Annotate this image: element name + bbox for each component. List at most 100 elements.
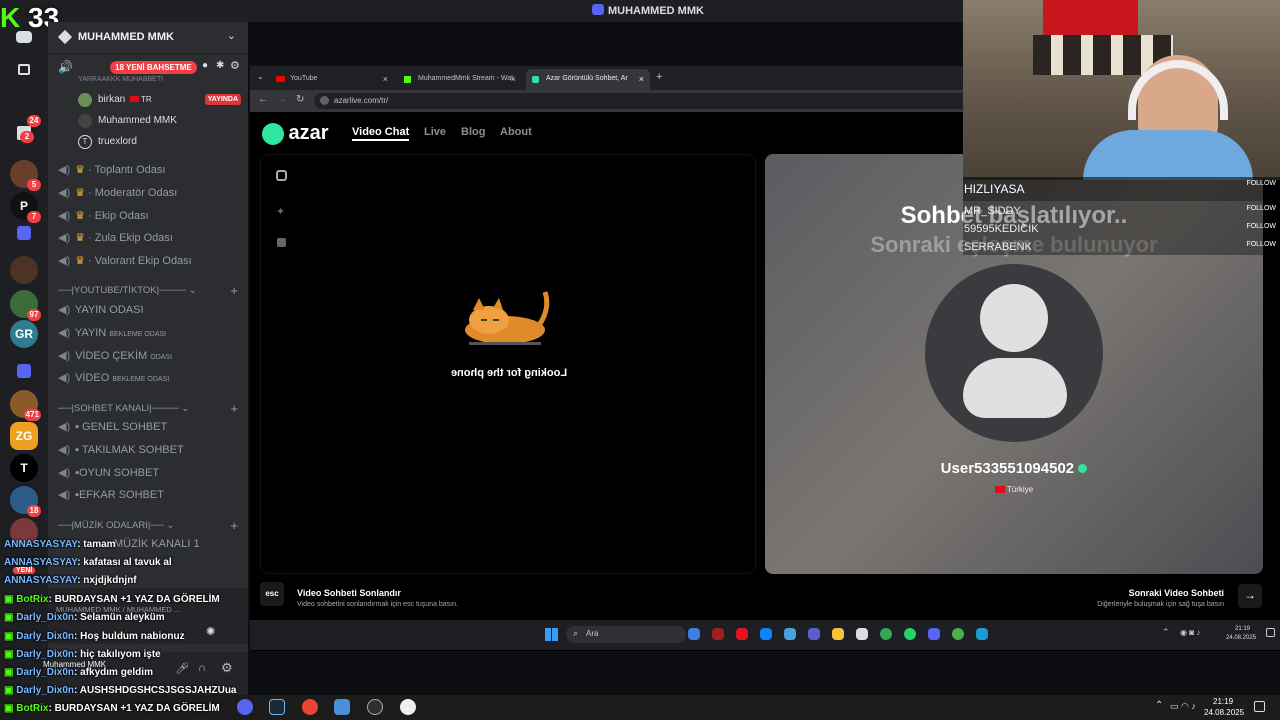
clock-date[interactable]: 24.08.2025 bbox=[1204, 708, 1244, 717]
nav-blog[interactable]: Blog bbox=[461, 126, 485, 138]
voice-channel[interactable]: ◀) ▪OYUN SOHBET bbox=[58, 466, 159, 479]
nav-live[interactable]: Live bbox=[424, 126, 446, 138]
server-icon[interactable]: 5 bbox=[10, 160, 41, 191]
tab-azar[interactable]: Azar Görüntülü Sohbet, Ar × bbox=[526, 69, 650, 90]
discord-home-icon[interactable] bbox=[16, 31, 32, 43]
app-icon[interactable] bbox=[760, 628, 772, 640]
tab-youtube[interactable]: YouTube × bbox=[270, 69, 394, 90]
app-icon[interactable] bbox=[400, 699, 416, 715]
server-icon[interactable]: 2 bbox=[17, 126, 34, 143]
server-icon[interactable]: ZG bbox=[10, 422, 38, 450]
next-arrow-button[interactable]: → bbox=[1238, 584, 1262, 608]
steam-app-icon[interactable] bbox=[269, 699, 285, 715]
noise-suppression-icon[interactable]: ✺ bbox=[206, 625, 215, 638]
add-channel-icon[interactable]: + bbox=[230, 283, 238, 298]
app-icon[interactable] bbox=[904, 628, 916, 640]
add-member-icon[interactable]: ✱ bbox=[216, 60, 224, 71]
server-icon[interactable]: 471 bbox=[10, 390, 41, 421]
voice-channel[interactable]: ◀) YAYIN BEKLEME ODASI bbox=[58, 326, 166, 339]
server-icon[interactable] bbox=[10, 256, 38, 284]
voice-user[interactable]: T truexlord bbox=[78, 134, 243, 150]
server-icon[interactable]: 24 bbox=[10, 96, 41, 127]
add-channel-icon[interactable]: + bbox=[230, 518, 238, 533]
app-icon[interactable] bbox=[880, 628, 892, 640]
headphones-icon[interactable]: ∩ bbox=[198, 662, 206, 674]
notification-icon[interactable] bbox=[1266, 628, 1275, 637]
discord-app-icon[interactable] bbox=[237, 699, 253, 715]
server-header[interactable]: MUHAMMED MMK ⌄ bbox=[48, 22, 248, 54]
app-icon[interactable] bbox=[928, 628, 940, 640]
server-icon[interactable]: 97 bbox=[10, 290, 41, 321]
voice-user[interactable]: birkan TR YAYINDA bbox=[78, 92, 243, 108]
app-icon[interactable] bbox=[736, 628, 748, 640]
nav-video-chat[interactable]: Video Chat bbox=[352, 126, 410, 141]
voice-channel[interactable]: ◀) ▪ GENEL SOHBET bbox=[58, 420, 167, 433]
forward-icon[interactable]: → bbox=[277, 94, 287, 105]
site-info-icon[interactable] bbox=[320, 96, 329, 105]
voice-channel[interactable]: ◀) VİDEO ÇEKİM ODASI bbox=[58, 349, 172, 362]
inner-clock-time[interactable]: 21:19 bbox=[1235, 626, 1250, 632]
obs-app-icon[interactable] bbox=[367, 699, 383, 715]
inbox-icon[interactable] bbox=[18, 64, 30, 75]
add-channel-icon[interactable]: + bbox=[230, 401, 238, 416]
folder-icon[interactable] bbox=[17, 364, 31, 378]
esc-key[interactable]: esc bbox=[260, 582, 284, 606]
voice-channel[interactable]: ◀) ♛ · Zula Ekip Odası bbox=[58, 231, 173, 244]
gear-icon[interactable]: ⚙ bbox=[230, 59, 240, 72]
app-icon[interactable] bbox=[784, 628, 796, 640]
server-icon[interactable]: GR bbox=[10, 320, 38, 348]
close-icon[interactable]: × bbox=[383, 74, 388, 84]
effects-icon[interactable]: ✦ bbox=[276, 205, 285, 218]
close-icon[interactable]: × bbox=[511, 74, 516, 84]
tab-kick-stream[interactable]: MuhammedMmk Stream - Wat × bbox=[398, 69, 522, 90]
app-icon[interactable] bbox=[832, 628, 844, 640]
app-icon[interactable] bbox=[808, 628, 820, 640]
voice-channel[interactable]: ◀) VİDEO BEKLEME ODASI bbox=[58, 371, 169, 384]
server-icon[interactable]: 18 bbox=[10, 486, 41, 517]
chat-icon[interactable]: ● bbox=[202, 60, 208, 71]
gallery-icon[interactable] bbox=[277, 238, 286, 247]
category-header[interactable]: ──|YOUTUBE/TİKTOK|──── ⌄ bbox=[58, 285, 197, 296]
clock-time[interactable]: 21:19 bbox=[1213, 697, 1233, 706]
tray-icons[interactable]: ◉ ◙ ♪ bbox=[1180, 628, 1200, 637]
voice-user[interactable]: Muhammed MMK bbox=[78, 113, 243, 129]
category-header[interactable]: ──|SOHBET KANALI|──── ⌄ bbox=[58, 403, 189, 414]
app-icon[interactable] bbox=[976, 628, 988, 640]
camera-switch-icon[interactable] bbox=[276, 170, 287, 181]
microphone-icon[interactable]: 🎤︎ bbox=[175, 662, 189, 675]
folder-icon[interactable] bbox=[17, 226, 31, 240]
server-icon[interactable]: P7 bbox=[10, 192, 41, 223]
voice-channel[interactable]: ◀) ▪ TAKILMAK SOHBET bbox=[58, 443, 184, 456]
server-icon[interactable]: T bbox=[10, 454, 38, 482]
taskbar-search[interactable]: ⌕ Ara bbox=[566, 626, 686, 643]
voice-channel[interactable]: ◀) ♛ · Valorant Ekip Odası bbox=[58, 254, 192, 267]
app-icon[interactable] bbox=[712, 628, 724, 640]
notification-icon[interactable] bbox=[1254, 701, 1265, 712]
chrome-app-icon[interactable] bbox=[302, 699, 318, 715]
reload-icon[interactable]: ↻ bbox=[296, 94, 304, 105]
tray-chevron-icon[interactable]: ⌃ bbox=[1162, 627, 1170, 638]
category-header[interactable]: ──|MÜZİK ODALARI|── ⌄ bbox=[58, 520, 174, 531]
inner-clock-date[interactable]: 24.08.2025 bbox=[1226, 635, 1256, 641]
voice-channel[interactable]: ◀) ♛ · Moderatör Odası bbox=[58, 186, 177, 199]
gear-icon[interactable]: ⚙ bbox=[221, 660, 233, 676]
tab-search-icon[interactable]: ⌄ bbox=[257, 72, 264, 81]
voice-channel[interactable]: ◀) YAYIN ODASI bbox=[58, 303, 144, 316]
tray-chevron-icon[interactable]: ⌃ bbox=[1155, 700, 1163, 711]
mention-badge[interactable]: 18 YENİ BAHSETME bbox=[110, 61, 197, 74]
voice-channel[interactable]: ◀) ▪EFKAR SOHBET bbox=[58, 488, 164, 501]
new-tab-button[interactable]: + bbox=[656, 71, 662, 83]
chevron-down-icon[interactable]: ⌄ bbox=[227, 29, 236, 42]
nav-about[interactable]: About bbox=[500, 126, 532, 138]
app-icon[interactable] bbox=[952, 628, 964, 640]
voice-channel[interactable]: ◀) ♛ · Ekip Odası bbox=[58, 209, 149, 222]
app-icon[interactable] bbox=[688, 628, 700, 640]
voice-channel[interactable]: ◀) ♛ · Toplantı Odası bbox=[58, 163, 165, 176]
url-field[interactable]: azarlive.com/tr/ bbox=[314, 93, 1014, 109]
tray-icons[interactable]: ▭ ◠ ♪ bbox=[1170, 701, 1196, 712]
close-icon[interactable]: × bbox=[639, 74, 644, 84]
back-icon[interactable]: ← bbox=[258, 94, 268, 105]
voice-channel[interactable]: MÜZİK KANALI 1 bbox=[114, 538, 200, 550]
windows-start-icon[interactable] bbox=[545, 628, 558, 641]
azar-logo[interactable]: azar bbox=[262, 122, 328, 145]
